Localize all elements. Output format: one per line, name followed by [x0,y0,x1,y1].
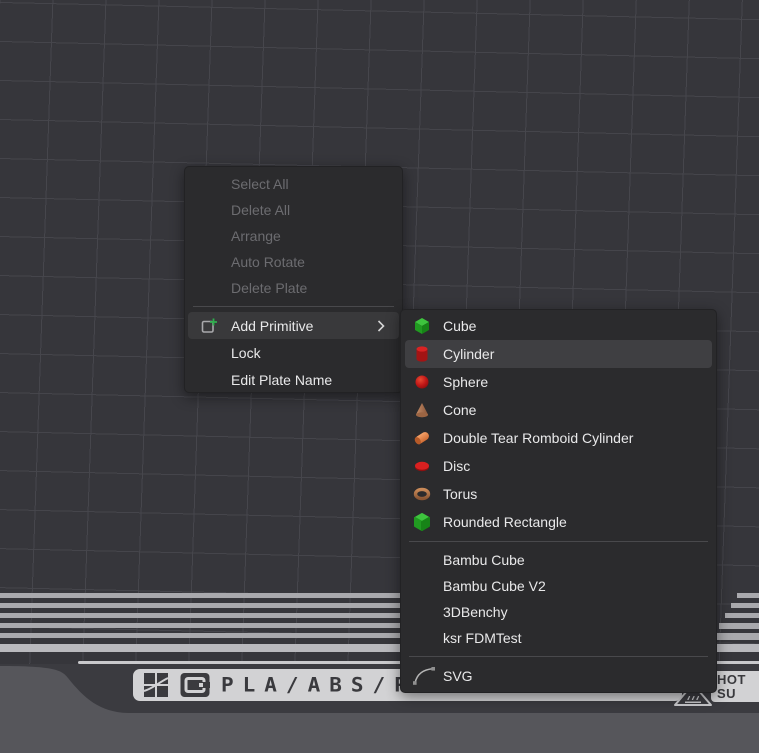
submenu-chevron-icon [377,319,385,332]
romboid-cylinder-icon [412,428,432,448]
bezier-curve-icon [412,666,436,686]
plate-stripe [725,613,759,618]
plate-stripe [713,633,759,640]
plate-stripe [0,593,448,598]
plate-stripe [737,593,759,598]
plate-stripe [0,644,448,652]
submenu-item-double-tear-romboid-cylinder[interactable]: Double Tear Romboid Cylinder [401,424,716,452]
menu-item-edit-plate-name[interactable]: Edit Plate Name [185,366,402,393]
plate-stripe [719,623,759,629]
submenu-item-cone[interactable]: Cone [401,396,716,424]
cone-icon [412,400,432,420]
menu-item-lock[interactable]: Lock [185,339,402,366]
submenu-item-svg[interactable]: SVG [401,662,716,690]
submenu-item-3dbenchy[interactable]: 3DBenchy [401,599,716,625]
menu-item-arrange: Arrange [185,223,402,249]
submenu-item-bambu-cube-v2[interactable]: Bambu Cube V2 [401,573,716,599]
menu-item-auto-rotate: Auto Rotate [185,249,402,275]
hot-surface-label: HOT SU [711,671,759,702]
rounded-rectangle-icon [412,512,432,532]
plate-stripe [0,613,448,618]
plate-stripe [0,603,448,608]
menu-item-add-primitive[interactable]: Add Primitive [188,312,399,339]
menu-item-delete-plate: Delete Plate [185,275,402,301]
menu-separator [193,306,394,307]
plate-stripe [0,633,448,638]
plate-context-menu: Select All Delete All Arrange Auto Rotat… [184,166,403,393]
hot-surface-line1: HOT [717,673,759,687]
submenu-item-ksr-fdmtest[interactable]: ksr FDMTest [401,625,716,651]
plate-stripe [731,603,759,608]
bambu-logo-icon [143,672,169,698]
add-primitive-submenu: Cube Cylinder Sphere [400,309,717,693]
menu-separator [409,656,708,657]
plate-type-icon [180,672,210,698]
submenu-item-disc[interactable]: Disc [401,452,716,480]
submenu-item-cube[interactable]: Cube [401,312,716,340]
cube-icon [412,316,432,336]
submenu-item-sphere[interactable]: Sphere [401,368,716,396]
submenu-item-bambu-cube[interactable]: Bambu Cube [401,547,716,573]
submenu-item-rounded-rectangle[interactable]: Rounded Rectangle [401,508,716,536]
cylinder-icon [412,344,432,364]
plate-stripe [0,623,448,628]
menu-item-delete-all: Delete All [185,197,402,223]
hot-surface-line2: SU [717,687,759,701]
slicer-viewport: PLA/ABS/PETG HOT SU Select All Delete Al… [0,0,759,753]
submenu-item-cylinder[interactable]: Cylinder [405,340,712,368]
sphere-icon [412,372,432,392]
disc-icon [412,456,432,476]
menu-separator [409,541,708,542]
menu-item-select-all: Select All [185,171,402,197]
torus-icon [412,484,432,504]
submenu-item-torus[interactable]: Torus [401,480,716,508]
add-primitive-icon [201,317,218,334]
